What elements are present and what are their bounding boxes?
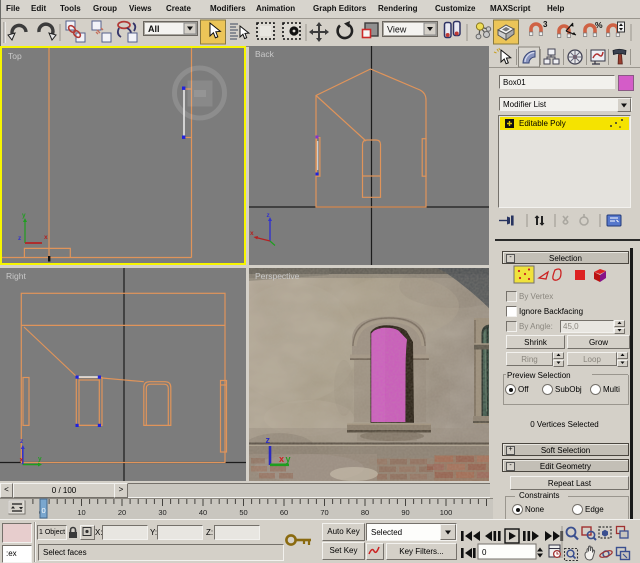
svg-text:60: 60 bbox=[280, 508, 288, 517]
svg-text:y: y bbox=[286, 454, 291, 464]
svg-text:0: 0 bbox=[42, 506, 46, 515]
svg-text:%: % bbox=[595, 20, 603, 30]
svg-text:70: 70 bbox=[320, 508, 328, 517]
svg-text:90: 90 bbox=[401, 508, 409, 517]
svg-text:x: x bbox=[279, 454, 284, 464]
svg-text:x: x bbox=[20, 457, 24, 464]
svg-text:40: 40 bbox=[199, 508, 207, 517]
svg-text:50: 50 bbox=[239, 508, 247, 517]
svg-text:y: y bbox=[38, 456, 42, 463]
svg-text:10: 10 bbox=[77, 508, 85, 517]
svg-text:20: 20 bbox=[118, 508, 126, 517]
svg-text:3: 3 bbox=[543, 20, 548, 29]
svg-text:x: x bbox=[250, 230, 254, 237]
svg-text:z: z bbox=[20, 438, 24, 445]
svg-text:100: 100 bbox=[440, 508, 453, 517]
svg-text:z: z bbox=[18, 235, 22, 242]
svg-text:x: x bbox=[44, 234, 48, 241]
svg-text:80: 80 bbox=[361, 508, 369, 517]
svg-text:y: y bbox=[22, 212, 26, 219]
svg-text:z: z bbox=[266, 435, 271, 445]
svg-text:View: View bbox=[387, 25, 407, 35]
svg-text:30: 30 bbox=[158, 508, 166, 517]
svg-text:0: 0 bbox=[482, 548, 487, 557]
svg-text:All: All bbox=[148, 24, 160, 34]
